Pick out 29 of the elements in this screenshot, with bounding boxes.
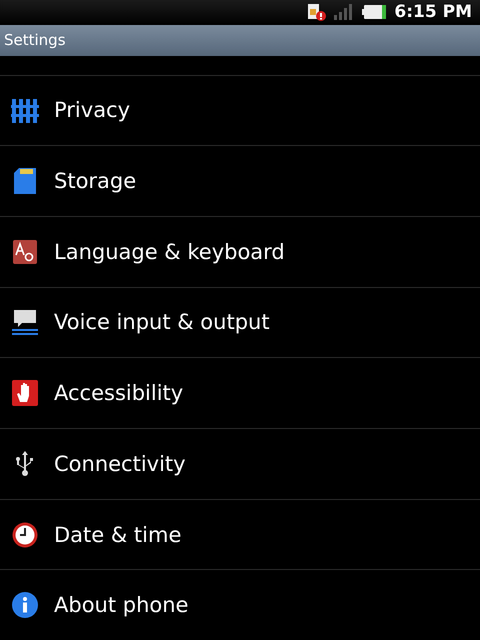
hand-icon bbox=[12, 380, 38, 406]
letters-icon bbox=[13, 240, 37, 264]
settings-item[interactable]: Date & time bbox=[0, 500, 480, 570]
clock-icon bbox=[12, 522, 38, 548]
item-label: Storage bbox=[54, 169, 136, 194]
speech-bubble-icon bbox=[12, 309, 38, 336]
settings-item[interactable]: Voice input & output bbox=[0, 288, 480, 358]
settings-item[interactable]: Storage bbox=[0, 146, 480, 217]
item-label: Connectivity bbox=[54, 452, 186, 476]
item-label: Language & keyboard bbox=[54, 240, 285, 264]
usb-icon bbox=[14, 450, 36, 477]
item-label: About phone bbox=[54, 593, 188, 618]
sd-card-icon bbox=[14, 168, 36, 194]
clock-time: 6:15 PM bbox=[394, 2, 472, 22]
settings-item[interactable]: Language & keyboard bbox=[0, 216, 480, 288]
battery-icon bbox=[362, 5, 386, 20]
item-label: Date & time bbox=[54, 522, 182, 546]
screen-title: Settings bbox=[4, 31, 66, 50]
sim-alert-icon bbox=[308, 3, 326, 22]
settings-item[interactable]: Connectivity bbox=[0, 429, 480, 500]
settings-item[interactable]: Accessibility bbox=[0, 358, 480, 429]
settings-item[interactable]: About phone bbox=[0, 570, 480, 640]
info-icon bbox=[12, 592, 38, 618]
item-label: Privacy bbox=[54, 98, 130, 122]
signal-icon bbox=[334, 4, 354, 20]
settings-item[interactable]: Privacy bbox=[0, 76, 480, 146]
fence-icon bbox=[11, 97, 39, 124]
item-label: Voice input & output bbox=[54, 310, 270, 334]
item-label: Accessibility bbox=[54, 381, 184, 406]
